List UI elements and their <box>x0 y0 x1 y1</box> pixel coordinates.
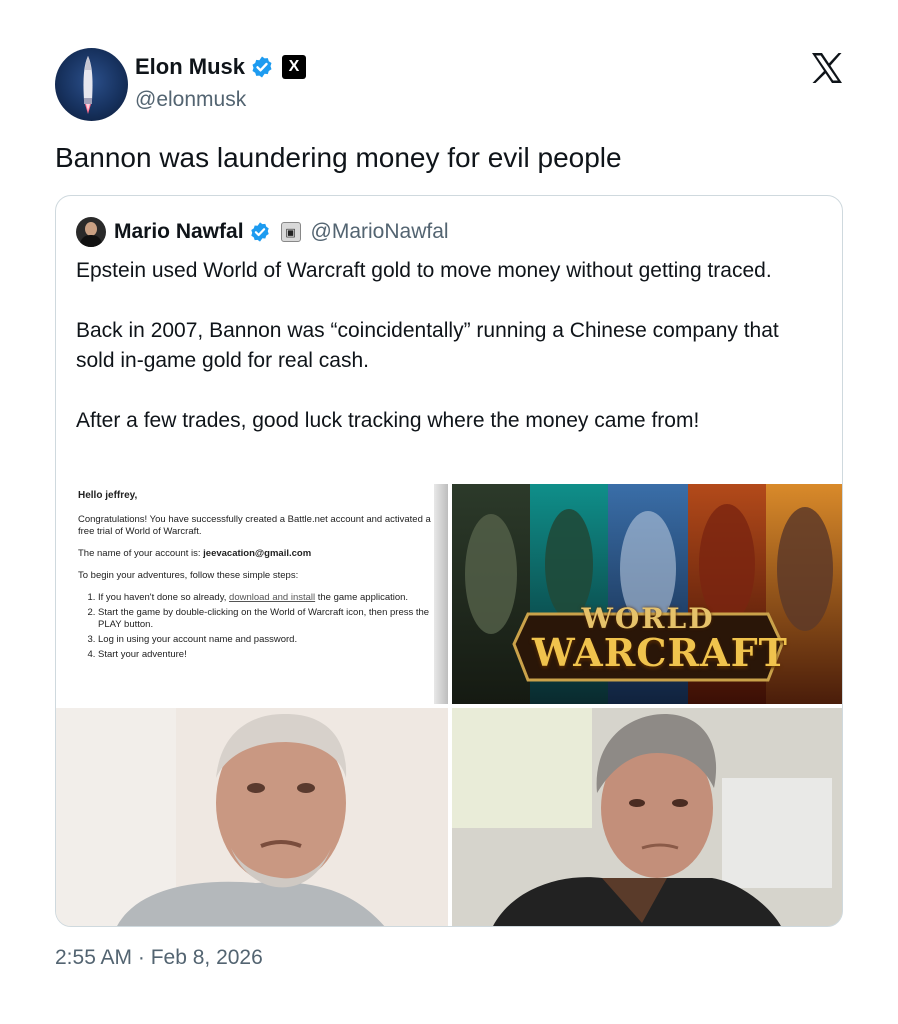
email-step1-prefix: If you haven't done so already, <box>98 592 230 603</box>
quoted-author-handle[interactable]: @MarioNawfal <box>311 220 449 244</box>
quoted-tweet[interactable]: Mario Nawfal ▣ @MarioNawfal Epstein used… <box>55 195 843 927</box>
verified-badge-icon <box>252 56 272 78</box>
affiliation-badge-icon: ▣ <box>280 222 301 242</box>
email-greeting: Hello jeffrey, <box>78 490 138 501</box>
email-line: Congratulations! You have successfully c… <box>78 514 431 537</box>
email-step1-link: download and install <box>229 592 316 603</box>
media-email-screenshot[interactable]: Hello jeffrey, Congratulations! You have… <box>56 484 448 704</box>
email-line: To begin your adventures, follow these s… <box>78 570 299 581</box>
quoted-paragraph: Epstein used World of Warcraft gold to m… <box>76 259 772 282</box>
portrait-photo-right <box>452 708 842 926</box>
quoted-paragraph: Back in 2007, Bannon was “coincidentally… <box>76 319 779 372</box>
media-photo-left[interactable] <box>56 708 448 926</box>
tweet-header: Elon Musk X @elonmusk <box>55 48 845 124</box>
author-avatar[interactable] <box>55 48 128 121</box>
email-step1-suffix: the game application. <box>315 592 409 603</box>
portrait-photo-left <box>56 708 448 926</box>
scroll-edge <box>434 484 448 704</box>
author-name-row: Elon Musk X <box>135 54 307 80</box>
rocket-icon <box>83 56 93 114</box>
tweet-text: Bannon was laundering money for evil peo… <box>55 142 622 173</box>
email-step: Start the game by double-clicking on the… <box>98 607 432 631</box>
tweet-timestamp[interactable]: 2:55 AM · Feb 8, 2026 <box>55 946 263 970</box>
media-wow-banner[interactable]: WORLD WARCRAFT <box>452 484 842 704</box>
quoted-paragraph: After a few trades, good luck tracking w… <box>76 409 700 432</box>
email-account: jeevacation@gmail.com <box>203 548 312 559</box>
email-content: Hello jeffrey, Congratulations! You have… <box>56 484 448 704</box>
media-grid: Hello jeffrey, Congratulations! You have… <box>56 484 842 926</box>
email-account-label: The name of your account is: <box>78 548 204 559</box>
email-step: Start your adventure! <box>98 649 432 661</box>
wow-logo-line2: WARCRAFT <box>532 630 788 675</box>
quoted-author-name[interactable]: Mario Nawfal <box>114 220 244 244</box>
x-logo-icon[interactable] <box>809 50 845 86</box>
author-handle[interactable]: @elonmusk <box>135 88 246 112</box>
author-name[interactable]: Elon Musk <box>135 54 245 80</box>
verified-badge-icon <box>250 222 269 242</box>
email-steps: If you haven't done so already, download… <box>78 592 432 661</box>
email-step: If you haven't done so already, download… <box>98 592 432 604</box>
email-step: Log in using your account name and passw… <box>98 634 432 646</box>
x-affiliation-badge-icon: X <box>282 55 307 79</box>
media-photo-right[interactable] <box>452 708 842 926</box>
quoted-author-avatar[interactable] <box>76 217 106 247</box>
email-account-line: The name of your account is: jeevacation… <box>78 548 432 560</box>
quoted-tweet-header: Mario Nawfal ▣ @MarioNawfal <box>76 216 449 248</box>
quoted-tweet-body: Epstein used World of Warcraft gold to m… <box>76 256 816 466</box>
